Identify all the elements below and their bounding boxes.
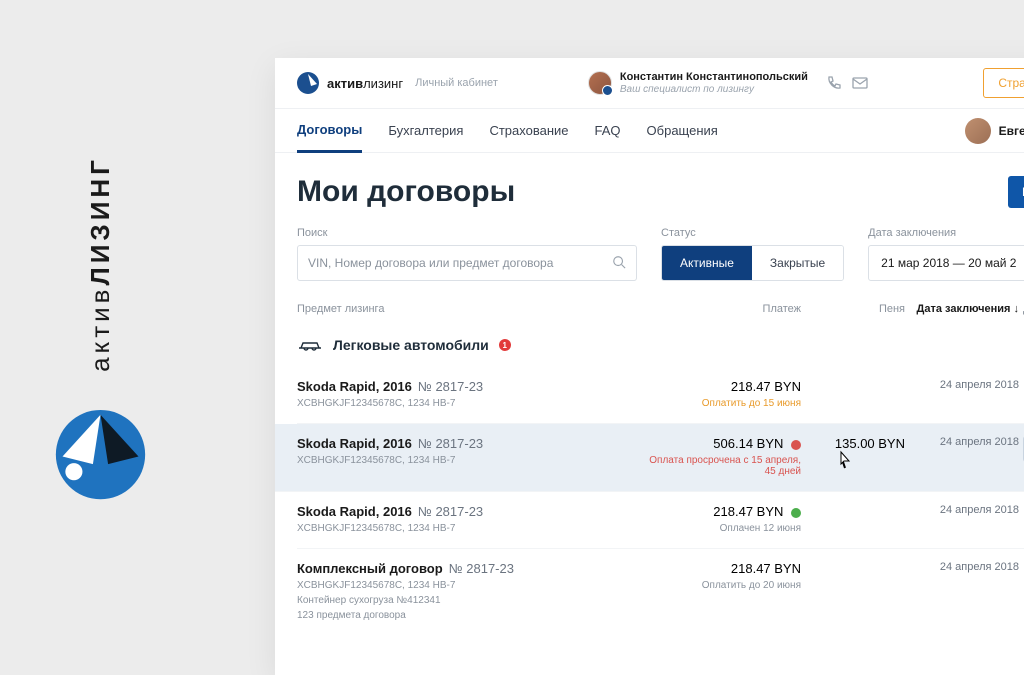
phone-icon[interactable] (826, 75, 842, 91)
col-payment[interactable]: Платеж (641, 303, 801, 315)
date-label: Дата заключения (868, 227, 1024, 239)
row-subline: XCBHGKJF12345678C, 1234 HB-7 (297, 580, 637, 591)
row-title: Комплексный договор№ 2817-23 (297, 561, 637, 576)
row-title: Skoda Rapid, 2016№ 2817-23 (297, 504, 637, 519)
logo-icon (297, 72, 319, 94)
search-icon (612, 255, 626, 272)
status-closed-button[interactable]: Закрытые (752, 246, 843, 280)
status-overdue-icon (791, 440, 801, 450)
brand-word-thin: актив (85, 286, 115, 372)
nav-faq[interactable]: FAQ (595, 109, 621, 152)
row-payment: 218.47 BYN (641, 561, 801, 576)
status-toggle: Активные Закрытые (661, 245, 844, 281)
status-label: Статус (661, 227, 844, 239)
row-date: 24 апреля 2018 (909, 436, 1019, 448)
status-paid-icon (791, 508, 801, 518)
brand-icon (53, 407, 148, 502)
category-badge: 1 (499, 339, 511, 351)
date-range-input[interactable]: 21 мар 2018 — 20 май 2 (868, 245, 1024, 281)
table-row[interactable]: Комплексный договор№ 2817-23 XCBHGKJF1234… (297, 549, 1024, 635)
row-payment: 218.47 BYN (641, 379, 801, 394)
col-fine[interactable]: Пеня (805, 303, 905, 315)
row-payment-note: Оплатить до 15 июня (641, 398, 801, 409)
specialist-avatar (588, 71, 612, 95)
rows-container: Skoda Rapid, 2016№ 2817-23 XCBHGKJF123456… (297, 367, 1024, 635)
user-avatar (965, 118, 991, 144)
row-subline2: Контейнер сухогруза №412341 (297, 595, 637, 606)
category-label: Легковые автомобили (333, 337, 489, 353)
row-payment-note: Оплата просрочена с 15 апреля, 45 дней (641, 455, 801, 477)
content: Мои договоры Новый Поиск VIN, Номер дого… (275, 153, 1024, 675)
category-cars: Легковые автомобили 1 (297, 337, 1024, 353)
nav-contracts[interactable]: Договоры (297, 110, 362, 153)
row-subline: XCBHGKJF12345678C, 1234 HB-7 (297, 455, 637, 466)
table-header: Предмет лизинга Платеж Пеня Дата заключе… (297, 303, 1024, 315)
row-payment-note: Оплатить до 20 июня (641, 580, 801, 591)
col-subject[interactable]: Предмет лизинга (297, 303, 637, 315)
brand-word-bold: ЛИЗИНГ (85, 156, 115, 285)
new-contract-button[interactable]: Новый (1008, 176, 1024, 208)
row-payment-note: Оплачен 12 июня (641, 523, 801, 534)
table-row[interactable]: Skoda Rapid, 2016№ 2817-23 XCBHGKJF123456… (297, 492, 1024, 549)
side-brand: активЛИЗИНГ (30, 156, 170, 502)
car-icon (297, 337, 323, 353)
col-date[interactable]: Дата заключения (909, 303, 1019, 315)
page-title: Мои договоры (297, 175, 515, 209)
row-subline: XCBHGKJF12345678C, 1234 HB-7 (297, 523, 637, 534)
specialist-name: Константин Константинопольский (620, 71, 808, 84)
row-subline3: 123 предмета договора (297, 610, 637, 621)
app-window: активлизинг Личный кабинет Константин Ко… (275, 58, 1024, 675)
nav-accounting[interactable]: Бухгалтерия (388, 109, 463, 152)
user-menu[interactable]: Евгений Вик (965, 118, 1024, 144)
user-name: Евгений Вик (999, 124, 1024, 138)
filters: Поиск VIN, Номер договора или предмет до… (297, 227, 1024, 281)
row-date: 24 апреля 2018 (909, 561, 1019, 573)
search-input[interactable]: VIN, Номер договора или предмет договора (297, 245, 637, 281)
search-placeholder: VIN, Номер договора или предмет договора (308, 256, 553, 270)
row-subline: XCBHGKJF12345678C, 1234 HB-7 (297, 398, 637, 409)
specialist-role: Ваш специалист по лизингу (620, 84, 808, 96)
row-fine: 135.00 BYN (805, 436, 905, 451)
mail-icon[interactable] (852, 75, 868, 91)
row-date: 24 апреля 2018 (909, 379, 1019, 391)
nav-insurance[interactable]: Страхование (489, 109, 568, 152)
nav-requests[interactable]: Обращения (647, 109, 718, 152)
specialist-block: Константин Константинопольский Ваш специ… (588, 71, 868, 95)
cabinet-label: Личный кабинет (415, 77, 498, 89)
logo-text: активлизинг (327, 76, 403, 91)
row-title: Skoda Rapid, 2016№ 2817-23 (297, 379, 637, 394)
search-label: Поиск (297, 227, 637, 239)
topbar: активлизинг Личный кабинет Константин Ко… (275, 58, 1024, 109)
table-row[interactable]: Skoda Rapid, 2016№ 2817-23 XCBHGKJF123456… (297, 367, 1024, 424)
brand-text: активЛИЗИНГ (85, 156, 116, 372)
insurance-button[interactable]: Страховой (983, 68, 1024, 98)
navbar: Договоры Бухгалтерия Страхование FAQ Обр… (275, 109, 1024, 153)
status-active-button[interactable]: Активные (662, 246, 752, 280)
logo[interactable]: активлизинг (297, 72, 403, 94)
row-payment: 506.14 BYN (641, 436, 801, 451)
row-payment: 218.47 BYN (641, 504, 801, 519)
row-date: 24 апреля 2018 (909, 504, 1019, 516)
table-row[interactable]: Skoda Rapid, 2016№ 2817-23 XCBHGKJF123456… (275, 424, 1024, 492)
row-title: Skoda Rapid, 2016№ 2817-23 (297, 436, 637, 451)
